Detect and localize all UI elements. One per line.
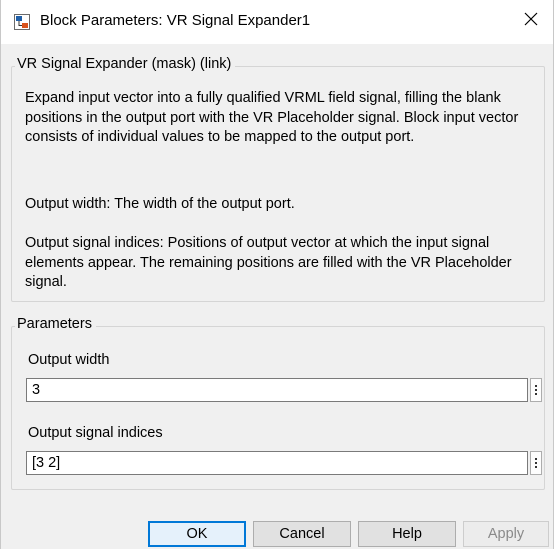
output-width-options-button[interactable] [530,378,542,402]
more-dot [535,385,537,387]
output-width-input[interactable] [26,378,528,402]
close-button[interactable] [513,4,549,38]
more-dot [535,462,537,464]
output-signal-indices-label: Output signal indices [28,425,163,441]
help-button[interactable]: Help [358,521,456,547]
output-width-label: Output width [28,352,110,368]
simulink-block-icon [14,14,30,30]
cancel-button[interactable]: Cancel [253,521,351,547]
output-indices-help-text: Output signal indices: Positions of outp… [25,235,512,290]
more-dot [535,389,537,391]
description-group-title: VR Signal Expander (mask) (link) [15,56,236,72]
more-dot [535,393,537,395]
more-dot [535,466,537,468]
more-dot [535,458,537,460]
parameters-group-title: Parameters [15,316,96,332]
close-icon[interactable] [524,12,538,31]
ok-button[interactable]: OK [148,521,246,547]
output-width-help-text: Output width: The width of the output po… [25,196,295,212]
apply-button[interactable]: Apply [463,521,549,547]
output-signal-indices-input[interactable] [26,451,528,475]
window-title: Block Parameters: VR Signal Expander1 [40,12,311,29]
description-paragraph: Expand input vector into a fully qualifi… [25,90,519,145]
output-signal-indices-options-button[interactable] [530,451,542,475]
title-bar[interactable]: Block Parameters: VR Signal Expander1 [1,0,553,44]
block-parameters-dialog: Block Parameters: VR Signal Expander1 VR… [0,0,554,549]
